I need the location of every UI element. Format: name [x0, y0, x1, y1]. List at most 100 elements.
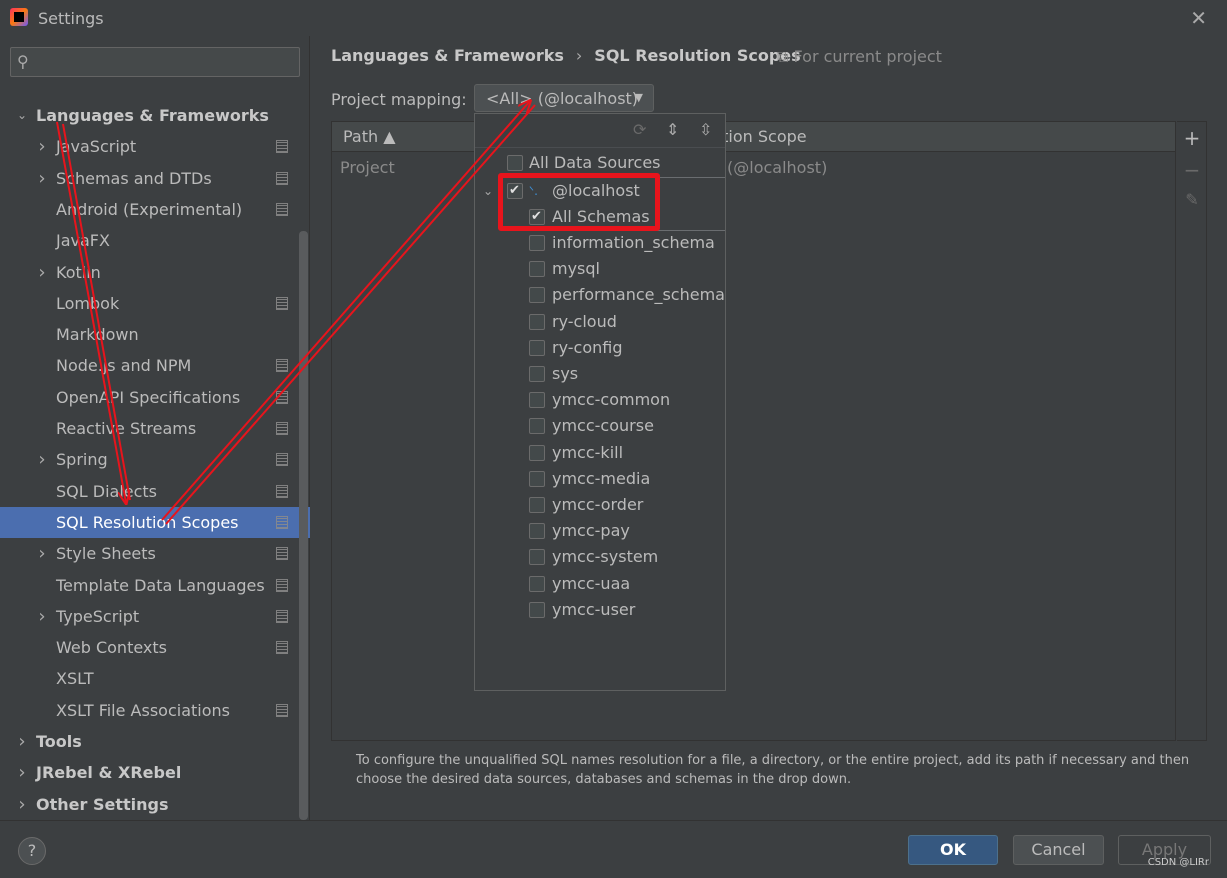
sidebar-scrollbar[interactable]	[299, 231, 308, 820]
sidebar-item-label: Tools	[36, 732, 82, 751]
project-settings-icon	[276, 297, 288, 310]
sidebar-item-label: OpenAPI Specifications	[56, 388, 241, 407]
sidebar-item[interactable]: JavaFX	[0, 225, 310, 256]
schema-checkbox[interactable]	[529, 392, 545, 408]
schema-checkbox[interactable]	[529, 340, 545, 356]
project-icon: ⧉	[777, 47, 794, 66]
sidebar-item[interactable]: › Schemas and DTDs	[0, 163, 310, 194]
column-header-path[interactable]: Path ▲	[343, 122, 396, 152]
chevron-right-icon[interactable]: ›	[35, 131, 49, 162]
sidebar-item[interactable]: Template Data Languages	[0, 570, 310, 601]
schema-checkbox[interactable]	[529, 261, 545, 277]
sidebar-item[interactable]: › Tools	[0, 726, 310, 757]
schema-label: information_schema	[552, 233, 715, 252]
sidebar-item[interactable]: › Kotlin	[0, 257, 310, 288]
sidebar-item-label: Node.js and NPM	[56, 356, 192, 375]
remove-icon[interactable]: −	[1183, 158, 1201, 182]
schema-checkbox[interactable]	[529, 471, 545, 487]
sidebar-item[interactable]: › Style Sheets	[0, 538, 310, 569]
schema-checkbox[interactable]	[529, 366, 545, 382]
schema-label: ymcc-system	[552, 547, 659, 566]
schema-checkbox[interactable]	[529, 418, 545, 434]
chevron-right-icon[interactable]: ›	[35, 257, 49, 288]
project-settings-icon	[276, 704, 288, 717]
datasource-checkbox[interactable]	[507, 178, 523, 204]
sidebar-item-label: Style Sheets	[56, 544, 156, 563]
schema-checkbox[interactable]	[529, 576, 545, 592]
sidebar-item-label: SQL Resolution Scopes	[56, 513, 239, 532]
schema-checkbox[interactable]	[529, 602, 545, 618]
all-schemas-checkbox[interactable]	[529, 204, 545, 230]
project-mapping-value: <All> (@localhost)	[486, 89, 639, 108]
chevron-right-icon[interactable]: ›	[35, 601, 49, 632]
project-settings-icon	[276, 547, 288, 560]
sidebar-item[interactable]: XSLT File Associations	[0, 695, 310, 726]
schema-checkbox[interactable]	[529, 314, 545, 330]
schema-label: ymcc-common	[552, 390, 671, 409]
project-settings-icon	[276, 140, 288, 153]
project-mapping-dropdown[interactable]: <All> (@localhost) ▼	[474, 84, 654, 112]
sidebar-item[interactable]: Reactive Streams	[0, 413, 310, 444]
schema-label: ymcc-pay	[552, 521, 630, 540]
sidebar-item[interactable]: › TypeScript	[0, 601, 310, 632]
cancel-button[interactable]: Cancel	[1013, 835, 1104, 865]
chevron-right-icon[interactable]: ›	[35, 538, 49, 569]
schema-checkbox[interactable]	[529, 523, 545, 539]
schema-checkbox[interactable]	[529, 445, 545, 461]
close-icon[interactable]: ✕	[1190, 6, 1207, 30]
sidebar-item[interactable]: › JavaScript	[0, 131, 310, 162]
sidebar-item[interactable]: OpenAPI Specifications	[0, 382, 310, 413]
sidebar-item-label: Languages & Frameworks	[36, 106, 269, 125]
edit-icon[interactable]: ✎	[1183, 190, 1201, 209]
chevron-down-icon[interactable]: ⌄	[15, 100, 29, 131]
all-data-sources-label: All Data Sources	[529, 153, 661, 172]
schema-checkbox[interactable]	[529, 235, 545, 251]
schema-checkbox[interactable]	[529, 287, 545, 303]
chevron-right-icon[interactable]: ›	[15, 757, 29, 788]
table-row[interactable]: Project (@localhost)	[332, 155, 1175, 181]
sidebar-item[interactable]: Web Contexts	[0, 632, 310, 663]
sidebar-item-label: JavaScript	[56, 137, 137, 156]
ok-button[interactable]: OK	[908, 835, 998, 865]
collapse-all-icon[interactable]: ⇳	[699, 120, 712, 139]
schema-label: ry-cloud	[552, 312, 617, 331]
chevron-down-icon[interactable]: ⌄	[483, 178, 493, 204]
breadcrumb-separator: ›	[575, 46, 583, 65]
chevron-right-icon[interactable]: ›	[35, 444, 49, 475]
expand-all-icon[interactable]: ⇕	[666, 120, 679, 139]
all-data-sources-checkbox[interactable]	[507, 155, 523, 171]
chevron-right-icon[interactable]: ›	[35, 163, 49, 194]
sidebar-item-label: Web Contexts	[56, 638, 167, 657]
schema-checkbox[interactable]	[529, 497, 545, 513]
sidebar-item[interactable]: SQL Dialects	[0, 476, 310, 507]
sidebar-item[interactable]: › Spring	[0, 444, 310, 475]
sidebar-item[interactable]: ⌄ Languages & Frameworks	[0, 100, 310, 131]
sidebar-item-label: TypeScript	[56, 607, 140, 626]
project-settings-icon	[276, 203, 288, 216]
sidebar-item[interactable]: SQL Resolution Scopes	[0, 507, 310, 538]
sidebar-item[interactable]: Android (Experimental)	[0, 194, 310, 225]
sidebar-item-label: SQL Dialects	[56, 482, 158, 501]
project-settings-icon	[276, 579, 288, 592]
search-input[interactable]: ⚲	[10, 47, 300, 77]
search-icon: ⚲	[17, 52, 29, 71]
help-button[interactable]: ?	[18, 837, 46, 865]
sidebar-item[interactable]: Markdown	[0, 319, 310, 350]
title-bar: Settings ✕	[0, 0, 1227, 36]
sidebar-item[interactable]: › JRebel & XRebel	[0, 757, 310, 788]
intellij-logo-icon	[10, 8, 28, 26]
sidebar-item[interactable]: Node.js and NPM	[0, 350, 310, 381]
chevron-right-icon[interactable]: ›	[15, 789, 29, 820]
breadcrumb-parent[interactable]: Languages & Frameworks	[331, 46, 564, 65]
project-settings-icon	[276, 172, 288, 185]
sidebar-item[interactable]: Lombok	[0, 288, 310, 319]
schema-label: sys	[552, 364, 579, 383]
sidebar-item[interactable]: › Other Settings	[0, 789, 310, 820]
sidebar-item[interactable]: XSLT	[0, 663, 310, 694]
chevron-right-icon[interactable]: ›	[15, 726, 29, 757]
schema-label: ry-config	[552, 338, 623, 357]
add-icon[interactable]: +	[1183, 126, 1201, 150]
schema-checkbox[interactable]	[529, 549, 545, 565]
refresh-icon[interactable]: ⟳	[633, 120, 646, 139]
column-header-scope[interactable]: ution Scope	[712, 122, 807, 152]
